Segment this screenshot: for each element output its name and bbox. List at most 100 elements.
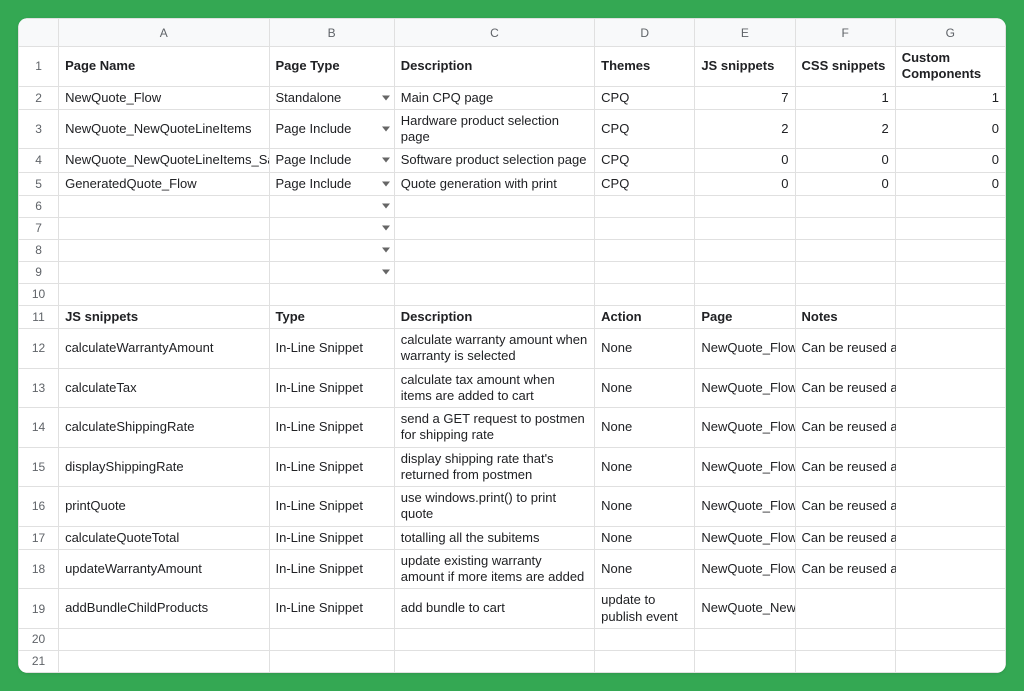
row-header-7[interactable]: 7 [19, 217, 59, 239]
cell[interactable] [895, 217, 1005, 239]
cell[interactable]: Can be reused as-is in V2 page [795, 526, 895, 549]
cell[interactable]: calculateTax [59, 368, 269, 408]
cell[interactable]: Page Name [59, 47, 269, 87]
cell[interactable]: Page Include [269, 149, 394, 172]
cell[interactable] [795, 239, 895, 261]
cell[interactable] [795, 195, 895, 217]
cell[interactable]: 2 [695, 109, 795, 149]
cell[interactable]: NewQuote_NewQuoteLineItems [695, 589, 795, 629]
cell[interactable] [895, 650, 1005, 672]
cell[interactable] [394, 650, 594, 672]
cell[interactable]: calculate warranty amount when warranty … [394, 329, 594, 369]
select-all-cell[interactable] [19, 19, 59, 47]
cell[interactable] [394, 628, 594, 650]
cell[interactable] [59, 195, 269, 217]
cell[interactable]: None [595, 368, 695, 408]
cell[interactable]: 0 [895, 149, 1005, 172]
cell[interactable] [795, 650, 895, 672]
row-header-19[interactable]: 19 [19, 589, 59, 629]
cell[interactable]: 0 [895, 172, 1005, 195]
cell[interactable]: Action [595, 305, 695, 328]
cell[interactable]: update existing warranty amount if more … [394, 549, 594, 589]
chevron-down-icon[interactable] [382, 248, 390, 253]
row-header-4[interactable]: 4 [19, 149, 59, 172]
cell[interactable] [895, 239, 1005, 261]
cell[interactable] [895, 589, 1005, 629]
cell[interactable]: totalling all the subitems [394, 526, 594, 549]
cell[interactable]: 2 [795, 109, 895, 149]
cell[interactable]: In-Line Snippet [269, 549, 394, 589]
cell[interactable]: NewQuote_NewQuoteLineItems_Saas [59, 149, 269, 172]
cell[interactable] [394, 239, 594, 261]
cell[interactable] [59, 628, 269, 650]
row-header-11[interactable]: 11 [19, 305, 59, 328]
cell[interactable]: updateWarrantyAmount [59, 549, 269, 589]
cell[interactable] [394, 283, 594, 305]
cell[interactable]: NewQuote_Flow [695, 447, 795, 487]
cell[interactable] [595, 283, 695, 305]
cell[interactable] [895, 526, 1005, 549]
cell[interactable]: Can be reused as-is in V2 page [795, 408, 895, 448]
cell[interactable] [795, 628, 895, 650]
cell[interactable] [695, 283, 795, 305]
cell[interactable]: Can be reused as-is in V2 page [795, 447, 895, 487]
cell[interactable]: addBundleChildProducts [59, 589, 269, 629]
cell[interactable] [695, 195, 795, 217]
cell[interactable]: Main CPQ page [394, 86, 594, 109]
cell[interactable] [695, 628, 795, 650]
cell[interactable]: 1 [895, 86, 1005, 109]
cell[interactable] [59, 650, 269, 672]
cell[interactable] [895, 329, 1005, 369]
cell[interactable] [269, 283, 394, 305]
spreadsheet[interactable]: A B C D E F G 1 Page Name Page Type Desc… [18, 18, 1006, 673]
cell[interactable] [795, 589, 895, 629]
cell[interactable]: calculateQuoteTotal [59, 526, 269, 549]
cell[interactable] [795, 283, 895, 305]
cell[interactable]: 0 [695, 149, 795, 172]
cell[interactable]: calculateWarrantyAmount [59, 329, 269, 369]
row-header-1[interactable]: 1 [19, 47, 59, 87]
cell[interactable]: Software product selection page [394, 149, 594, 172]
cell[interactable] [895, 549, 1005, 589]
cell[interactable]: CPQ [595, 86, 695, 109]
cell[interactable]: Page [695, 305, 795, 328]
cell[interactable]: 1 [795, 86, 895, 109]
cell[interactable]: NewQuote_Flow [695, 487, 795, 527]
cell[interactable]: NewQuote_NewQuoteLineItems [59, 109, 269, 149]
cell[interactable]: NewQuote_Flow [59, 86, 269, 109]
chevron-down-icon[interactable] [382, 95, 390, 100]
cell[interactable]: send a GET request to postmen for shippi… [394, 408, 594, 448]
cell[interactable]: Description [394, 305, 594, 328]
row-header-18[interactable]: 18 [19, 549, 59, 589]
row-header-10[interactable]: 10 [19, 283, 59, 305]
col-header-C[interactable]: C [394, 19, 594, 47]
cell[interactable] [394, 195, 594, 217]
cell[interactable]: Type [269, 305, 394, 328]
cell[interactable]: In-Line Snippet [269, 408, 394, 448]
cell[interactable]: 0 [795, 149, 895, 172]
row-header-5[interactable]: 5 [19, 172, 59, 195]
row-header-12[interactable]: 12 [19, 329, 59, 369]
cell[interactable]: Can be reused as-is in V2 page [795, 487, 895, 527]
row-header-15[interactable]: 15 [19, 447, 59, 487]
cell[interactable] [595, 195, 695, 217]
cell[interactable]: CPQ [595, 109, 695, 149]
cell[interactable] [394, 217, 594, 239]
cell[interactable]: add bundle to cart [394, 589, 594, 629]
cell[interactable] [695, 217, 795, 239]
cell[interactable]: None [595, 408, 695, 448]
chevron-down-icon[interactable] [382, 204, 390, 209]
cell[interactable] [895, 368, 1005, 408]
row-header-16[interactable]: 16 [19, 487, 59, 527]
cell[interactable]: NewQuote_Flow [695, 526, 795, 549]
cell[interactable]: CPQ [595, 172, 695, 195]
cell[interactable]: None [595, 447, 695, 487]
cell[interactable]: 0 [695, 172, 795, 195]
cell[interactable] [595, 628, 695, 650]
cell[interactable]: 7 [695, 86, 795, 109]
cell[interactable]: calculate tax amount when items are adde… [394, 368, 594, 408]
row-header-6[interactable]: 6 [19, 195, 59, 217]
cell[interactable] [695, 650, 795, 672]
cell[interactable]: In-Line Snippet [269, 487, 394, 527]
row-header-9[interactable]: 9 [19, 261, 59, 283]
